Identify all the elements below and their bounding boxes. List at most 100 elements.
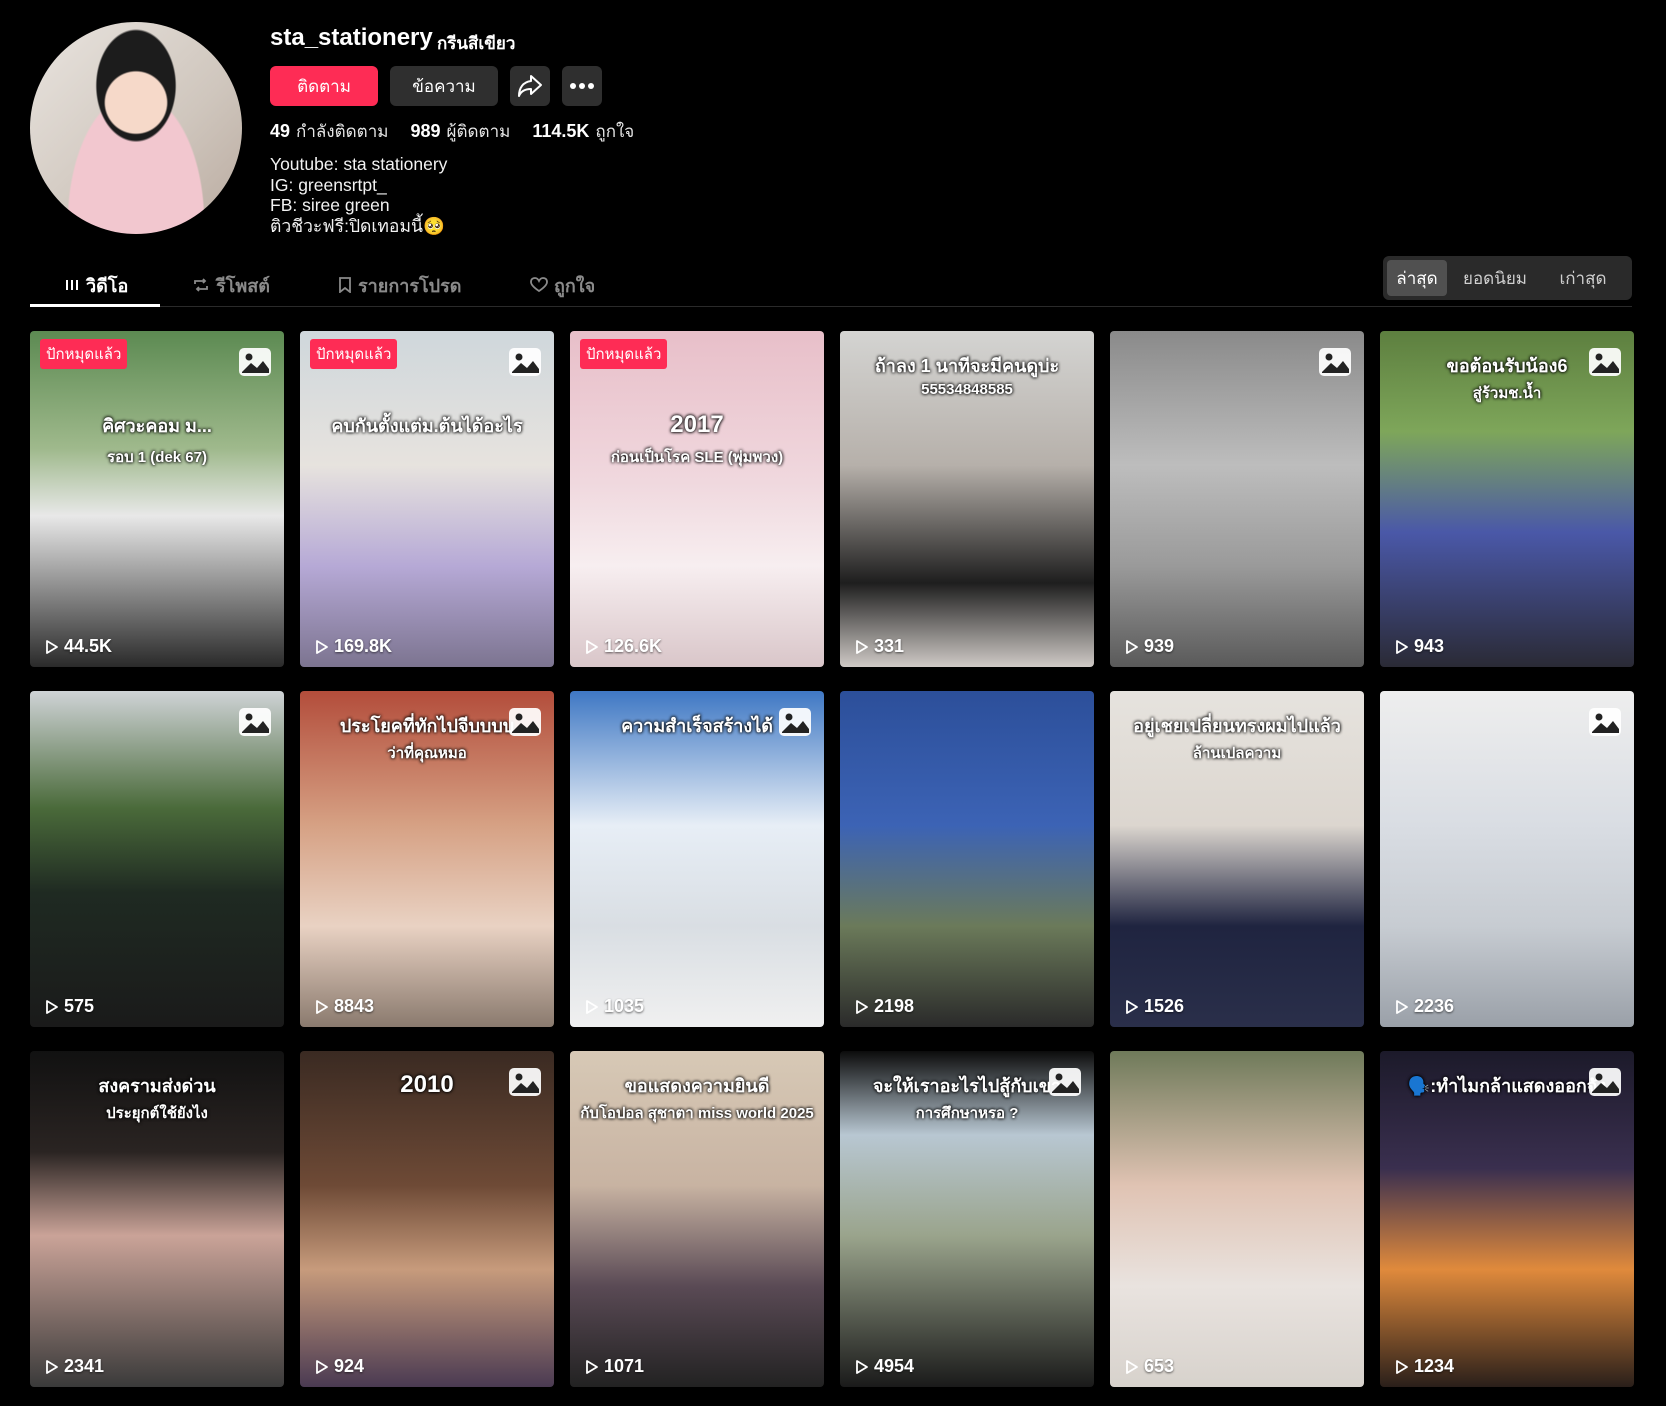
- video-caption-overlay: สู่ร้วมช.น้ำ: [1472, 385, 1542, 402]
- view-count: 331: [856, 636, 904, 657]
- view-count-text: 44.5K: [64, 636, 113, 656]
- view-count: 44.5K: [46, 636, 112, 657]
- view-count-text: 1035: [604, 996, 645, 1016]
- play-icon: [1396, 639, 1408, 654]
- video-card[interactable]: 2198: [840, 691, 1094, 1027]
- video-card[interactable]: ถ้าลง 1 นาทีจะมีคนดูบ่ะ 55534848585 331: [840, 331, 1094, 667]
- tab-reposts[interactable]: รีโพสต์: [192, 264, 270, 306]
- video-card[interactable]: อยู่เชยเปลี่ยนทรงผมไปแล้ว ล้านเปลความ 1526: [1110, 691, 1364, 1027]
- photo-carousel-icon: [238, 707, 272, 737]
- profile-avatar: [30, 22, 242, 234]
- video-card[interactable]: ความสำเร็จสร้างได้ 1035: [570, 691, 824, 1027]
- video-caption-overlay: ก่อนเป็นโรค SLE (พุ่มพวง): [610, 449, 784, 466]
- video-caption-overlay: ประยุกต์ใช้ยังไง: [106, 1105, 208, 1122]
- bookmark-icon: [339, 277, 351, 293]
- view-count-text: 2236: [1414, 996, 1455, 1016]
- play-icon: [856, 999, 868, 1014]
- view-count-text: 2198: [874, 996, 915, 1016]
- message-button[interactable]: ข้อความ: [390, 66, 498, 106]
- photo-carousel-icon: [508, 347, 542, 377]
- video-card[interactable]: 653: [1110, 1051, 1364, 1387]
- video-caption-overlay: คบกันตั้งแต่ม.ต้นได้อะไร: [331, 416, 523, 436]
- view-count: 126.6K: [586, 636, 662, 657]
- photo-carousel-icon: [1588, 707, 1622, 737]
- share-button[interactable]: [510, 66, 550, 106]
- view-count: 924: [316, 1356, 364, 1377]
- video-card[interactable]: 939: [1110, 331, 1364, 667]
- view-count-text: 1526: [1144, 996, 1185, 1016]
- view-count: 1035: [586, 996, 644, 1017]
- tab-videos[interactable]: วิดีโอ: [64, 264, 128, 306]
- view-count-text: 331: [874, 636, 905, 656]
- play-icon: [46, 999, 58, 1014]
- video-caption-overlay: สงครามส่งด่วน: [98, 1076, 216, 1096]
- pinned-badge: ปักหมุดแล้ว: [580, 339, 668, 369]
- photo-carousel-icon: [1048, 1067, 1082, 1097]
- grid-icon: [66, 280, 78, 290]
- play-icon: [316, 1359, 328, 1374]
- photo-carousel-icon: [778, 707, 812, 737]
- sort-latest[interactable]: ล่าสุด: [1387, 260, 1447, 296]
- play-icon: [1396, 1359, 1408, 1374]
- more-options-button[interactable]: [562, 66, 602, 106]
- video-caption-overlay: รอบ 1 (dek 67): [107, 449, 207, 466]
- video-caption-overlay: ว่าที่คุณหมอ: [387, 745, 467, 762]
- view-count-text: 2341: [64, 1356, 105, 1376]
- profile-stats: 49 กำลังติดตาม 989 ผู้ติดตาม 114.5K ถูกใจ: [270, 118, 634, 145]
- view-count: 2236: [1396, 996, 1454, 1017]
- view-count-text: 169.8K: [334, 636, 393, 656]
- video-card[interactable]: จะให้เราอะไรไปสู้กับเขา การศึกษาหรอ ? 4954: [840, 1051, 1094, 1387]
- video-card[interactable]: ขอต้อนรับน้อง6 สู่ร้วมช.น้ำ 943: [1380, 331, 1634, 667]
- video-card[interactable]: 🗣️:ทำไมกล้าแสดงออกจัง 1234: [1380, 1051, 1634, 1387]
- video-card[interactable]: 2010 924: [300, 1051, 554, 1387]
- play-icon: [1126, 999, 1138, 1014]
- photo-carousel-icon: [1588, 347, 1622, 377]
- view-count: 8843: [316, 996, 374, 1017]
- view-count-text: 1234: [1414, 1356, 1455, 1376]
- pinned-badge: ปักหมุดแล้ว: [310, 339, 398, 369]
- tab-favorites[interactable]: รายการโปรด: [338, 264, 461, 306]
- video-card[interactable]: ประโยคที่ทักไปจีบบบบ ว่าที่คุณหมอ 8843: [300, 691, 554, 1027]
- video-card[interactable]: คิศวะคอม ม... รอบ 1 (dek 67) ปักหมุดแล้ว 44…: [30, 331, 284, 667]
- bio-line: FB: siree green: [270, 195, 390, 215]
- pinned-badge: ปักหมุดแล้ว: [40, 339, 128, 369]
- video-card[interactable]: 575: [30, 691, 284, 1027]
- profile-nickname: กรีนสีเขียว: [437, 34, 516, 53]
- view-count: 169.8K: [316, 636, 392, 657]
- view-count: 575: [46, 996, 94, 1017]
- active-tab-indicator: [30, 304, 160, 307]
- video-caption-overlay: 55534848585: [921, 381, 1013, 398]
- likes-stat: 114.5K ถูกใจ: [532, 121, 635, 141]
- video-card[interactable]: 2236: [1380, 691, 1634, 1027]
- tab-liked[interactable]: ถูกใจ: [530, 264, 595, 306]
- profile-username: sta_stationery: [270, 24, 433, 51]
- sort-popular[interactable]: ยอดนิยม: [1451, 260, 1539, 296]
- more-icon: [570, 83, 594, 89]
- photo-carousel-icon: [1588, 1067, 1622, 1097]
- play-icon: [316, 999, 328, 1014]
- view-count: 1234: [1396, 1356, 1454, 1377]
- video-card[interactable]: สงครามส่งด่วนประยุกต์ใช้ยังไง 2341: [30, 1051, 284, 1387]
- view-count: 939: [1126, 636, 1174, 657]
- video-card[interactable]: คบกันตั้งแต่ม.ต้นได้อะไร ปักหมุดแล้ว 169.8…: [300, 331, 554, 667]
- video-grid: คิศวะคอม ม... รอบ 1 (dek 67) ปักหมุดแล้ว 44…: [30, 331, 1634, 1387]
- video-card[interactable]: ขอแสดงความยินดี กับโอปอล สุชาตา miss worl…: [570, 1051, 824, 1387]
- photo-carousel-icon: [508, 1067, 542, 1097]
- sort-oldest[interactable]: เก่าสุด: [1541, 260, 1625, 296]
- bio-line: Youtube: sta stationery: [270, 154, 448, 174]
- view-count-text: 943: [1414, 636, 1445, 656]
- view-count-text: 1071: [604, 1356, 645, 1376]
- view-count-text: 939: [1144, 636, 1175, 656]
- photo-carousel-icon: [1318, 347, 1352, 377]
- following-stat[interactable]: 49 กำลังติดตาม: [270, 118, 388, 145]
- view-count-text: 653: [1144, 1356, 1175, 1376]
- view-count: 1526: [1126, 996, 1184, 1017]
- video-caption-overlay: กับโอปอล สุชาตา miss world 2025: [580, 1105, 814, 1122]
- followers-stat[interactable]: 989 ผู้ติดตาม: [410, 118, 510, 145]
- follow-button[interactable]: ติดตาม: [270, 66, 378, 106]
- view-count-text: 8843: [334, 996, 375, 1016]
- video-card[interactable]: 2017 ก่อนเป็นโรค SLE (พุ่มพวง) ปักหมุดแล้ว…: [570, 331, 824, 667]
- play-icon: [586, 1359, 598, 1374]
- view-count: 943: [1396, 636, 1444, 657]
- play-icon: [856, 1359, 868, 1374]
